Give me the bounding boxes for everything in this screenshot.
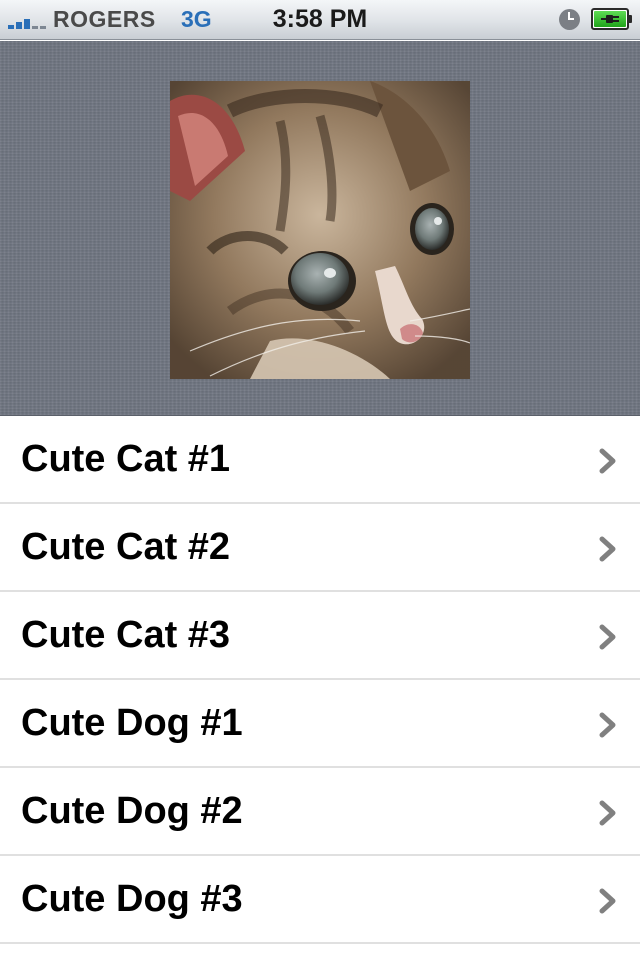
header-linen-background xyxy=(0,41,640,416)
list-item-label: Cute Cat #2 xyxy=(21,526,231,568)
status-time: 3:58 PM xyxy=(272,5,368,33)
list-item-cute-cat-1[interactable]: Cute Cat #1 xyxy=(0,416,640,504)
list-item-cute-dog-3[interactable]: Cute Dog #3 xyxy=(0,856,640,944)
kitten-photo xyxy=(170,81,470,379)
app-screen: ROGERS 3G 3:58 PM Cute Cat #1 Cute Cat #… xyxy=(0,0,640,960)
chevron-right-icon xyxy=(599,888,616,914)
list-item-label: Cute Dog #1 xyxy=(21,702,243,744)
list-item-cute-cat-2[interactable]: Cute Cat #2 xyxy=(0,504,640,592)
list-item-label: Cute Dog #2 xyxy=(21,790,243,832)
status-bar: ROGERS 3G 3:58 PM xyxy=(0,0,640,40)
alarm-clock-icon xyxy=(559,9,580,30)
list-item-cute-dog-1[interactable]: Cute Dog #1 xyxy=(0,680,640,768)
charging-plug-icon xyxy=(601,15,619,23)
chevron-right-icon xyxy=(599,800,616,826)
list-item-label: Cute Cat #1 xyxy=(21,438,231,480)
chevron-right-icon xyxy=(599,624,616,650)
chevron-right-icon xyxy=(599,448,616,474)
list-item-cute-dog-2[interactable]: Cute Dog #2 xyxy=(0,768,640,856)
list-item-label: Cute Cat #3 xyxy=(21,614,231,656)
list-item-cute-cat-3[interactable]: Cute Cat #3 xyxy=(0,592,640,680)
battery-charging-icon xyxy=(591,8,632,30)
animal-list: Cute Cat #1 Cute Cat #2 Cute Cat #3 Cute… xyxy=(0,416,640,944)
chevron-right-icon xyxy=(599,536,616,562)
list-item-label: Cute Dog #3 xyxy=(21,878,243,920)
chevron-right-icon xyxy=(599,712,616,738)
